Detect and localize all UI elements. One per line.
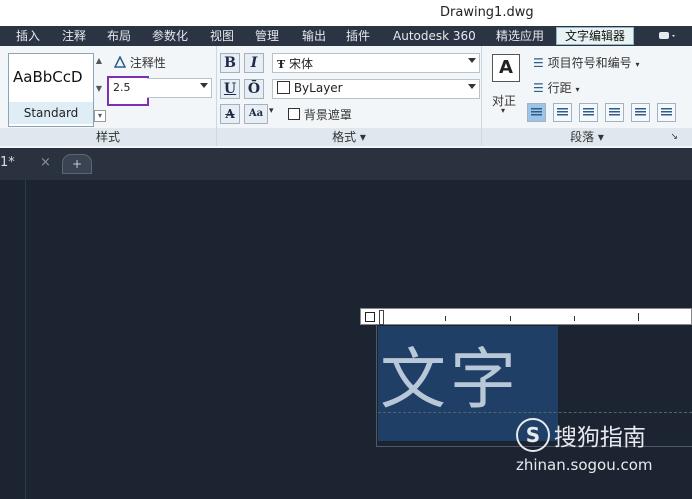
line-spacing-icon: ☰ [533, 81, 544, 95]
tab-layout[interactable]: 布局 [107, 28, 131, 44]
canvas-border-line [25, 180, 26, 499]
ribbon: AaBbCcD Standard ▲ ▼ ▾ 注释性 2.5 样式 B I U … [0, 46, 692, 149]
format-panel-title[interactable]: 格式 ▾ [217, 128, 481, 146]
window-title: Drawing1.dwg [440, 5, 534, 20]
align-left-icon[interactable] [553, 103, 572, 122]
ribbon-tab-bar: 插入 注释 布局 参数化 视图 管理 输出 插件 Autodesk 360 精选… [0, 26, 692, 46]
annotative-icon [113, 55, 127, 68]
chevron-down-icon: ▾ [575, 85, 580, 94]
color-swatch [277, 81, 290, 94]
gallery-scroll-down-icon[interactable]: ▼ [94, 84, 104, 94]
font-type-icon: Ŧ [277, 58, 286, 71]
bold-button[interactable]: B [220, 53, 240, 73]
distribute-icon[interactable] [657, 103, 676, 122]
chevron-down-icon [468, 84, 476, 89]
tab-autodesk-360[interactable]: Autodesk 360 [393, 28, 476, 44]
mtext-ruler[interactable] [360, 308, 692, 325]
document-tab-bar: 1* × + [0, 148, 692, 180]
text-height-value: 2.5 [113, 81, 131, 94]
doc-tab-drawing1[interactable]: 1* [0, 155, 15, 179]
align-right-icon[interactable] [605, 103, 624, 122]
text-height-input[interactable]: 2.5 [107, 76, 149, 106]
align-center-icon[interactable] [579, 103, 598, 122]
change-case-dropdown-icon[interactable]: ▾ [269, 106, 274, 116]
color-name: ByLayer [293, 81, 343, 95]
line-spacing-label: 行距 [547, 81, 572, 95]
bullets-numbering-label: 项目符号和编号 [547, 56, 632, 70]
ribbon-minimize-icon[interactable] [658, 31, 678, 41]
indent-marker-icon[interactable] [379, 310, 384, 325]
tab-featured-apps[interactable]: 精选应用 [496, 28, 544, 44]
style-preview-sample: AaBbCcD [13, 68, 83, 86]
chevron-down-icon [468, 58, 476, 63]
background-mask-button[interactable]: 背景遮罩 [288, 106, 352, 123]
font-value: Ŧ 宋体 [277, 55, 313, 72]
watermark-brand: 搜狗指南 [553, 425, 646, 451]
bullets-numbering-button[interactable]: ☰ 项目符号和编号 ▾ [533, 54, 639, 71]
style-name: Standard [9, 102, 93, 124]
bullet-list-icon: ☰ [533, 56, 544, 70]
tab-output[interactable]: 输出 [302, 28, 326, 44]
underline-button[interactable]: U [220, 79, 240, 99]
color-value: ByLayer [277, 81, 343, 95]
gallery-scroll-up-icon[interactable]: ▲ [94, 56, 104, 66]
chevron-down-icon: ▾ [635, 60, 640, 69]
strikethrough-button[interactable]: A [220, 104, 240, 124]
close-tab-icon[interactable]: × [40, 155, 51, 179]
tab-annotate[interactable]: 注释 [62, 28, 86, 44]
background-mask-label: 背景遮罩 [303, 108, 352, 122]
justification-dropdown-icon[interactable]: ▾ [501, 106, 505, 115]
justification-icon[interactable]: A [492, 54, 520, 82]
font-name: 宋体 [289, 57, 314, 71]
annotative-button[interactable]: 注释性 [113, 54, 166, 71]
mtext-content: 文字 [380, 341, 520, 418]
tab-insert[interactable]: 插入 [16, 28, 40, 44]
style-panel-title[interactable]: 样式 [0, 128, 216, 146]
chevron-down-icon [200, 83, 208, 88]
title-bar: Drawing1.dwg [0, 0, 692, 26]
watermark-url: zhinan.sogou.com [516, 456, 653, 474]
text-height-dropdown[interactable] [147, 78, 212, 98]
color-dropdown[interactable]: ByLayer [272, 79, 480, 99]
change-case-button[interactable]: Aa [244, 104, 268, 124]
tab-text-editor[interactable]: 文字编辑器 [556, 27, 635, 45]
tab-parametric[interactable]: 参数化 [152, 28, 188, 44]
overline-button[interactable]: Ō [244, 79, 264, 99]
new-tab-icon[interactable]: + [62, 154, 92, 174]
new-tab-glyph: + [71, 157, 83, 171]
text-boundary-line [378, 412, 692, 413]
tab-view[interactable]: 视图 [210, 28, 234, 44]
paragraph-panel-title[interactable]: 段落 ▾ ↘ [482, 128, 692, 146]
line-spacing-button[interactable]: ☰ 行距 ▾ [533, 79, 579, 96]
tab-type-icon[interactable] [365, 312, 375, 322]
justify-icon[interactable] [631, 103, 650, 122]
paragraph-panel-title-text: 段落 ▾ [570, 130, 604, 144]
gallery-expand-icon[interactable]: ▾ [94, 110, 106, 122]
paragraph-icon[interactable] [527, 103, 546, 122]
italic-button[interactable]: I [244, 53, 264, 73]
annotative-label: 注释性 [129, 56, 166, 70]
tab-plugins[interactable]: 插件 [346, 28, 370, 44]
panel-expand-icon[interactable]: ↘ [670, 128, 678, 146]
tab-manage[interactable]: 管理 [255, 28, 279, 44]
text-style-gallery[interactable]: AaBbCcD Standard [8, 53, 94, 127]
font-dropdown[interactable]: Ŧ 宋体 [272, 53, 480, 73]
sogou-logo-icon: S [516, 418, 550, 452]
watermark-logo: S 搜狗指南 [516, 418, 646, 452]
background-mask-icon [288, 108, 300, 120]
